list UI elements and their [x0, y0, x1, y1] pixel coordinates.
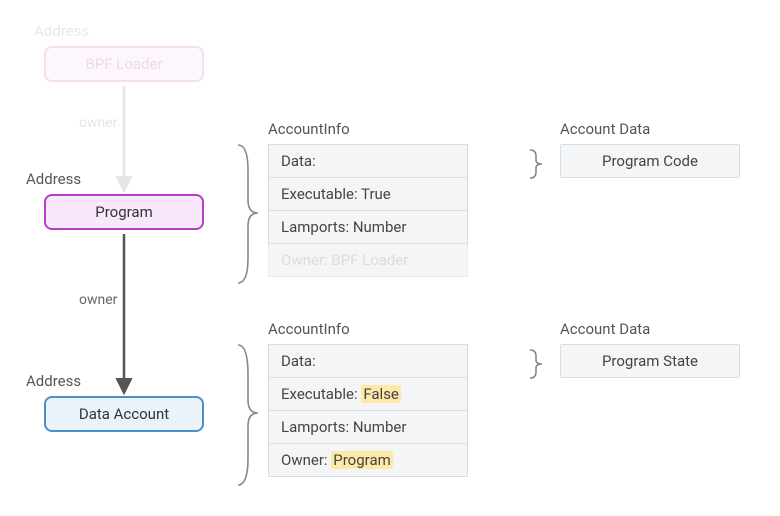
- account-info-2-owner-prefix: Owner:: [281, 451, 331, 469]
- account-info-2-executable-prefix: Executable:: [281, 385, 361, 403]
- bpf-owner-edge-label: owner: [79, 115, 117, 131]
- brace-program-to-info: [238, 145, 258, 283]
- account-info-2-owner: Owner: Program: [268, 444, 468, 477]
- brace-info1-to-data: [530, 150, 542, 178]
- account-info-2-data: Data:: [268, 345, 468, 378]
- program-owner-edge-label: owner: [79, 292, 117, 308]
- account-data-2: Account Data Program State: [560, 320, 740, 378]
- account-info-1-data: Data:: [268, 145, 468, 178]
- data-account-node-label: Data Account: [79, 405, 169, 423]
- account-info-2: AccountInfo Data: Executable: False Lamp…: [268, 320, 468, 477]
- account-info-1-lamports: Lamports: Number: [268, 211, 468, 244]
- account-data-1-title: Account Data: [560, 120, 740, 138]
- account-info-1: AccountInfo Data: Executable: True Lampo…: [268, 120, 468, 277]
- account-info-2-executable: Executable: False: [268, 378, 468, 411]
- account-info-1-title: AccountInfo: [268, 120, 468, 138]
- account-data-1: Account Data Program Code: [560, 120, 740, 178]
- program-node: Program: [44, 194, 204, 230]
- bpf-loader-node-label: BPF Loader: [85, 55, 162, 73]
- data-account-address-label: Address: [26, 372, 81, 390]
- program-node-label: Program: [95, 203, 152, 221]
- bpf-loader-node: BPF Loader: [44, 46, 204, 82]
- brace-dataaccount-to-info: [238, 345, 258, 485]
- account-info-1-owner: Owner: BPF Loader: [268, 244, 468, 277]
- account-info-2-owner-value: Program: [331, 451, 392, 469]
- brace-info2-to-data: [530, 350, 542, 378]
- data-account-node: Data Account: [44, 396, 204, 432]
- account-info-2-lamports: Lamports: Number: [268, 411, 468, 444]
- account-data-2-title: Account Data: [560, 320, 740, 338]
- account-info-2-title: AccountInfo: [268, 320, 468, 338]
- account-info-1-executable: Executable: True: [268, 178, 468, 211]
- account-info-2-executable-value: False: [361, 385, 401, 403]
- program-address-label: Address: [26, 170, 81, 188]
- account-data-2-value: Program State: [560, 344, 740, 378]
- bpf-address-label: Address: [34, 22, 89, 40]
- account-data-1-value: Program Code: [560, 144, 740, 178]
